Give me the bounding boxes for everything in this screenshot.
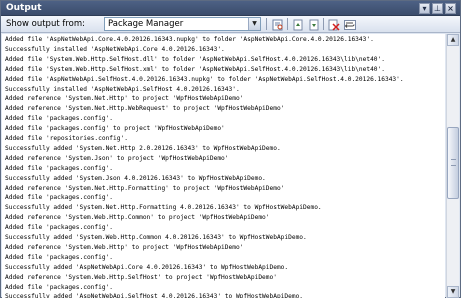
output-line: Successfully installed 'AspNetWebApi.Sel… <box>5 85 240 93</box>
toggle-word-wrap-icon[interactable] <box>343 18 356 31</box>
output-text-area[interactable]: Added file 'AspNetWebApi.Core.4.0.20126.… <box>2 34 445 298</box>
output-line: Added file 'System.Web.Http.SelfHost.xml… <box>5 65 385 73</box>
scroll-up-arrow-icon[interactable]: ▲ <box>447 34 459 46</box>
output-window: Output ▾ ⊥ × Show output from: Package M… <box>0 0 461 298</box>
output-line: Added reference 'System.Net.Http.WebRequ… <box>5 105 285 113</box>
chevron-down-icon[interactable]: ▼ <box>248 18 260 30</box>
vertical-scrollbar[interactable]: ▲ ▼ <box>446 34 459 298</box>
output-line: Successfully installed 'AspNetWebApi.Cor… <box>5 45 225 53</box>
output-line: Added file 'AspNetWebApi.Core.4.0.20126.… <box>5 36 374 43</box>
close-icon[interactable]: × <box>445 3 456 14</box>
output-line: Added file 'packages.config'. <box>5 164 114 172</box>
output-line: Added file 'packages.config'. <box>5 283 114 291</box>
toolbar-separator <box>323 18 324 30</box>
output-line: Added file 'packages.config'. <box>5 194 114 202</box>
output-toolbar: Show output from: Package Manager ▼ <box>1 16 460 33</box>
show-output-from-label: Show output from: <box>6 19 86 29</box>
output-line: Added reference 'System.Net.Http' to pro… <box>5 95 244 103</box>
clear-all-icon[interactable] <box>327 18 340 31</box>
auto-hide-pin-icon[interactable]: ⊥ <box>432 3 443 14</box>
scrollbar-thumb[interactable] <box>447 127 459 199</box>
output-line: Added reference 'System.Web.Http.SelfHos… <box>5 273 277 281</box>
output-source-select[interactable]: Package Manager ▼ <box>104 17 261 31</box>
output-line: Added file 'System.Web.Http.SelfHost.dll… <box>5 55 385 63</box>
output-line: Successfully added 'AspNetWebApi.SelfHos… <box>5 293 304 298</box>
go-to-next-icon[interactable] <box>307 18 320 31</box>
output-line: Successfully added 'System.Web.Http.Comm… <box>5 234 307 241</box>
output-line: Added reference 'System.Web.Http.Common'… <box>5 214 270 222</box>
output-line: Added file 'packages.config' to project … <box>5 125 225 133</box>
output-source-value: Package Manager <box>108 19 184 29</box>
thumb-grip-icon <box>451 159 456 166</box>
output-line: Added file 'packages.config'. <box>5 253 114 261</box>
output-line: Successfully added 'AspNetWebApi.Core 4.… <box>5 263 289 271</box>
go-to-previous-icon[interactable] <box>291 18 304 31</box>
window-position-dropdown-icon[interactable]: ▾ <box>419 3 430 14</box>
output-line: Added file 'repositories.config'. <box>5 135 128 142</box>
scroll-down-arrow-icon[interactable]: ▼ <box>447 286 459 298</box>
output-line: Added file 'AspNetWebApi.SelfHost.4.0.20… <box>5 75 404 83</box>
output-line: Added reference 'System.Web.Http' to pro… <box>5 243 244 251</box>
toolbar-separator <box>266 18 267 30</box>
output-line: Added reference 'System.Net.Http.Formatt… <box>5 184 285 192</box>
window-title: Output <box>6 3 42 13</box>
output-line: Added file 'packages.config'. <box>5 224 114 232</box>
output-line: Successfully added 'System.Json 4.0.2012… <box>5 174 266 182</box>
output-titlebar[interactable]: Output ▾ ⊥ × <box>1 1 460 16</box>
output-line: Added reference 'System.Json' to project… <box>5 154 229 162</box>
toolbar-separator <box>287 18 288 30</box>
output-line: Successfully added 'System.Net.Http.Form… <box>5 204 322 212</box>
output-line: Successfully added 'System.Net.Http 2.0.… <box>5 144 281 152</box>
output-line: Added file 'packages.config'. <box>5 115 114 123</box>
find-icon[interactable] <box>271 18 284 31</box>
